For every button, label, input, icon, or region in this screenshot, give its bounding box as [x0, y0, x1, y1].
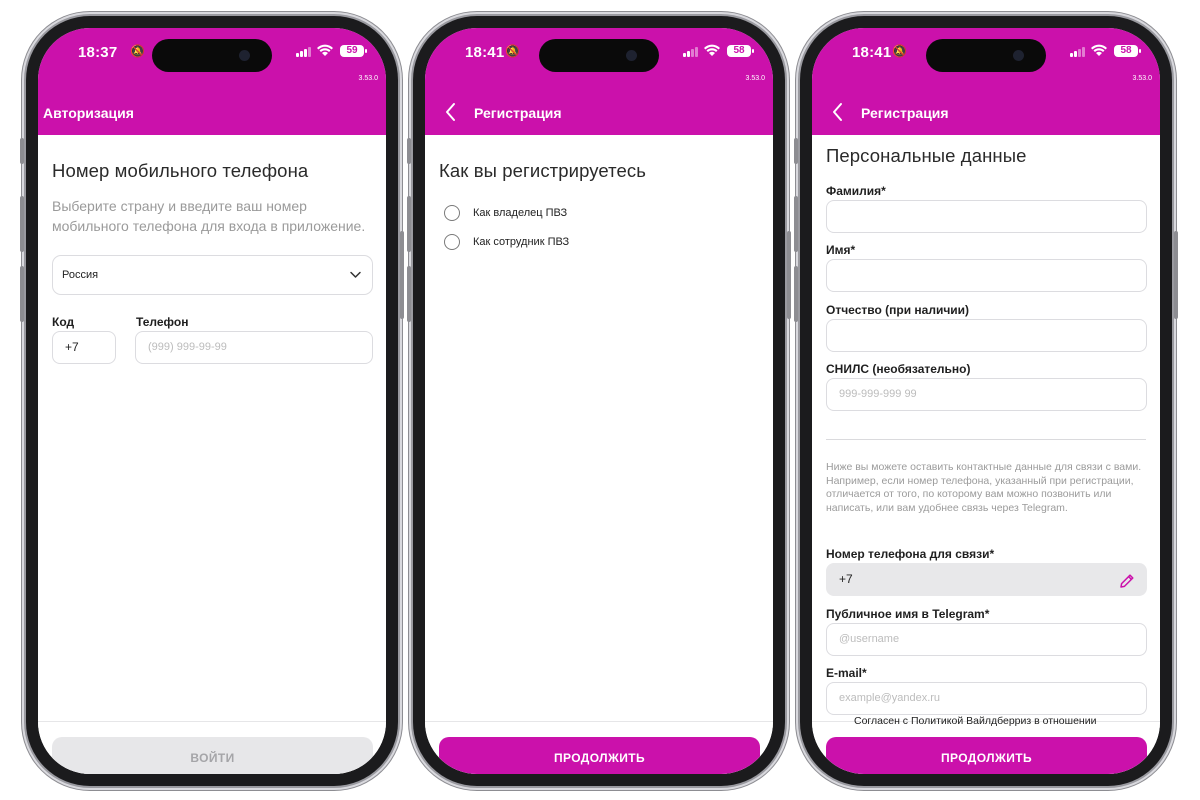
personal-data-heading: Персональные данные: [826, 145, 1027, 166]
snils-label: СНИЛС (необязательно): [826, 362, 971, 376]
radio-label: Как владелец ПВЗ: [473, 207, 568, 219]
status-time: 18:41: [465, 44, 505, 61]
snils-input[interactable]: 999-999-999 99: [826, 378, 1147, 411]
page-title: Регистрация: [474, 105, 562, 121]
telegram-input[interactable]: @username: [826, 623, 1147, 656]
contact-phone-field[interactable]: +7: [826, 563, 1147, 596]
registration-type-heading: Как вы регистрируетесь: [439, 160, 647, 181]
page-title: Регистрация: [861, 105, 949, 121]
telegram-label: Публичное имя в Telegram*: [826, 607, 990, 621]
back-arrow-icon[interactable]: [443, 101, 459, 123]
silent-bell-icon: 🔕: [505, 44, 520, 58]
phone-input[interactable]: (999) 999-99-99: [135, 331, 373, 364]
continue-button[interactable]: ПРОДОЛЖИТЬ: [826, 737, 1147, 774]
phone-frame-personal-data: 18:41 🔕 58 3.53.0 Регистрация Персональн…: [794, 16, 1178, 786]
status-time: 18:41: [852, 44, 892, 61]
login-button[interactable]: ВОЙТИ: [52, 737, 373, 774]
authorization-screen: 18:37 🔕 59 3.53.0 Авторизация Номер моби…: [38, 28, 386, 774]
dynamic-island: [152, 39, 272, 72]
last-name-input[interactable]: [826, 200, 1147, 233]
wifi-icon: [1091, 44, 1107, 56]
cellular-signal-icon: [1070, 47, 1085, 57]
registration-type-screen: 18:41 🔕 58 3.53.0 Регистрация Как вы рег…: [425, 28, 773, 774]
phone-frame-registration-type: 18:41 🔕 58 3.53.0 Регистрация Как вы рег…: [407, 16, 791, 786]
app-version: 3.53.0: [358, 75, 378, 82]
silent-bell-icon: 🔕: [892, 44, 907, 58]
contact-phone-value: +7: [839, 572, 853, 586]
first-name-input[interactable]: [826, 259, 1147, 292]
personal-data-screen: 18:41 🔕 58 3.53.0 Регистрация Персональн…: [812, 28, 1160, 774]
email-label: E-mail*: [826, 666, 867, 680]
country-value: Россия: [62, 269, 99, 281]
dynamic-island: [539, 39, 659, 72]
patronymic-input[interactable]: [826, 319, 1147, 352]
phone-label: Телефон: [136, 315, 189, 329]
battery-indicator: 59: [340, 45, 367, 57]
app-header: 18:41 🔕 58 3.53.0 Регистрация: [425, 28, 773, 135]
consent-text: Согласен с Политикой Вайлдберриз в отнош…: [854, 715, 1097, 727]
app-version: 3.53.0: [745, 75, 765, 82]
cellular-signal-icon: [296, 47, 311, 57]
cellular-signal-icon: [683, 47, 698, 57]
last-name-label: Фамилия*: [826, 184, 886, 198]
chevron-down-icon: [350, 271, 361, 278]
radio-circle[interactable]: [444, 205, 460, 221]
continue-button[interactable]: ПРОДОЛЖИТЬ: [439, 737, 760, 774]
first-name-label: Имя*: [826, 243, 856, 257]
country-code-field[interactable]: +7: [52, 331, 116, 364]
phone-heading: Номер мобильного телефона: [52, 160, 309, 181]
contact-note: Ниже вы можете оставить контактные данны…: [826, 461, 1142, 514]
page-title: Авторизация: [43, 105, 134, 121]
wifi-icon: [704, 44, 720, 56]
battery-indicator: 58: [727, 45, 754, 57]
radio-label: Как сотрудник ПВЗ: [473, 236, 570, 248]
status-time: 18:37: [78, 44, 118, 61]
app-header: 18:37 🔕 59 3.53.0 Авторизация: [38, 28, 386, 135]
country-select[interactable]: Россия: [52, 255, 373, 295]
silent-bell-icon: 🔕: [130, 44, 145, 58]
app-header: 18:41 🔕 58 3.53.0 Регистрация: [812, 28, 1160, 135]
contact-phone-label: Номер телефона для связи*: [826, 547, 995, 561]
app-version: 3.53.0: [1132, 75, 1152, 82]
code-label: Код: [52, 315, 75, 329]
radio-circle[interactable]: [444, 234, 460, 250]
back-arrow-icon[interactable]: [830, 101, 846, 123]
divider: [826, 439, 1146, 440]
battery-indicator: 58: [1114, 45, 1141, 57]
email-input[interactable]: example@yandex.ru: [826, 682, 1147, 715]
patronymic-label: Отчество (при наличии): [826, 303, 970, 317]
wifi-icon: [317, 44, 333, 56]
phone-frame-authorization: 18:37 🔕 59 3.53.0 Авторизация Номер моби…: [20, 16, 404, 786]
phone-hint: Выберите страну и введите ваш номер моби…: [52, 198, 366, 234]
dynamic-island: [926, 39, 1046, 72]
pencil-edit-icon[interactable]: [1118, 572, 1136, 590]
